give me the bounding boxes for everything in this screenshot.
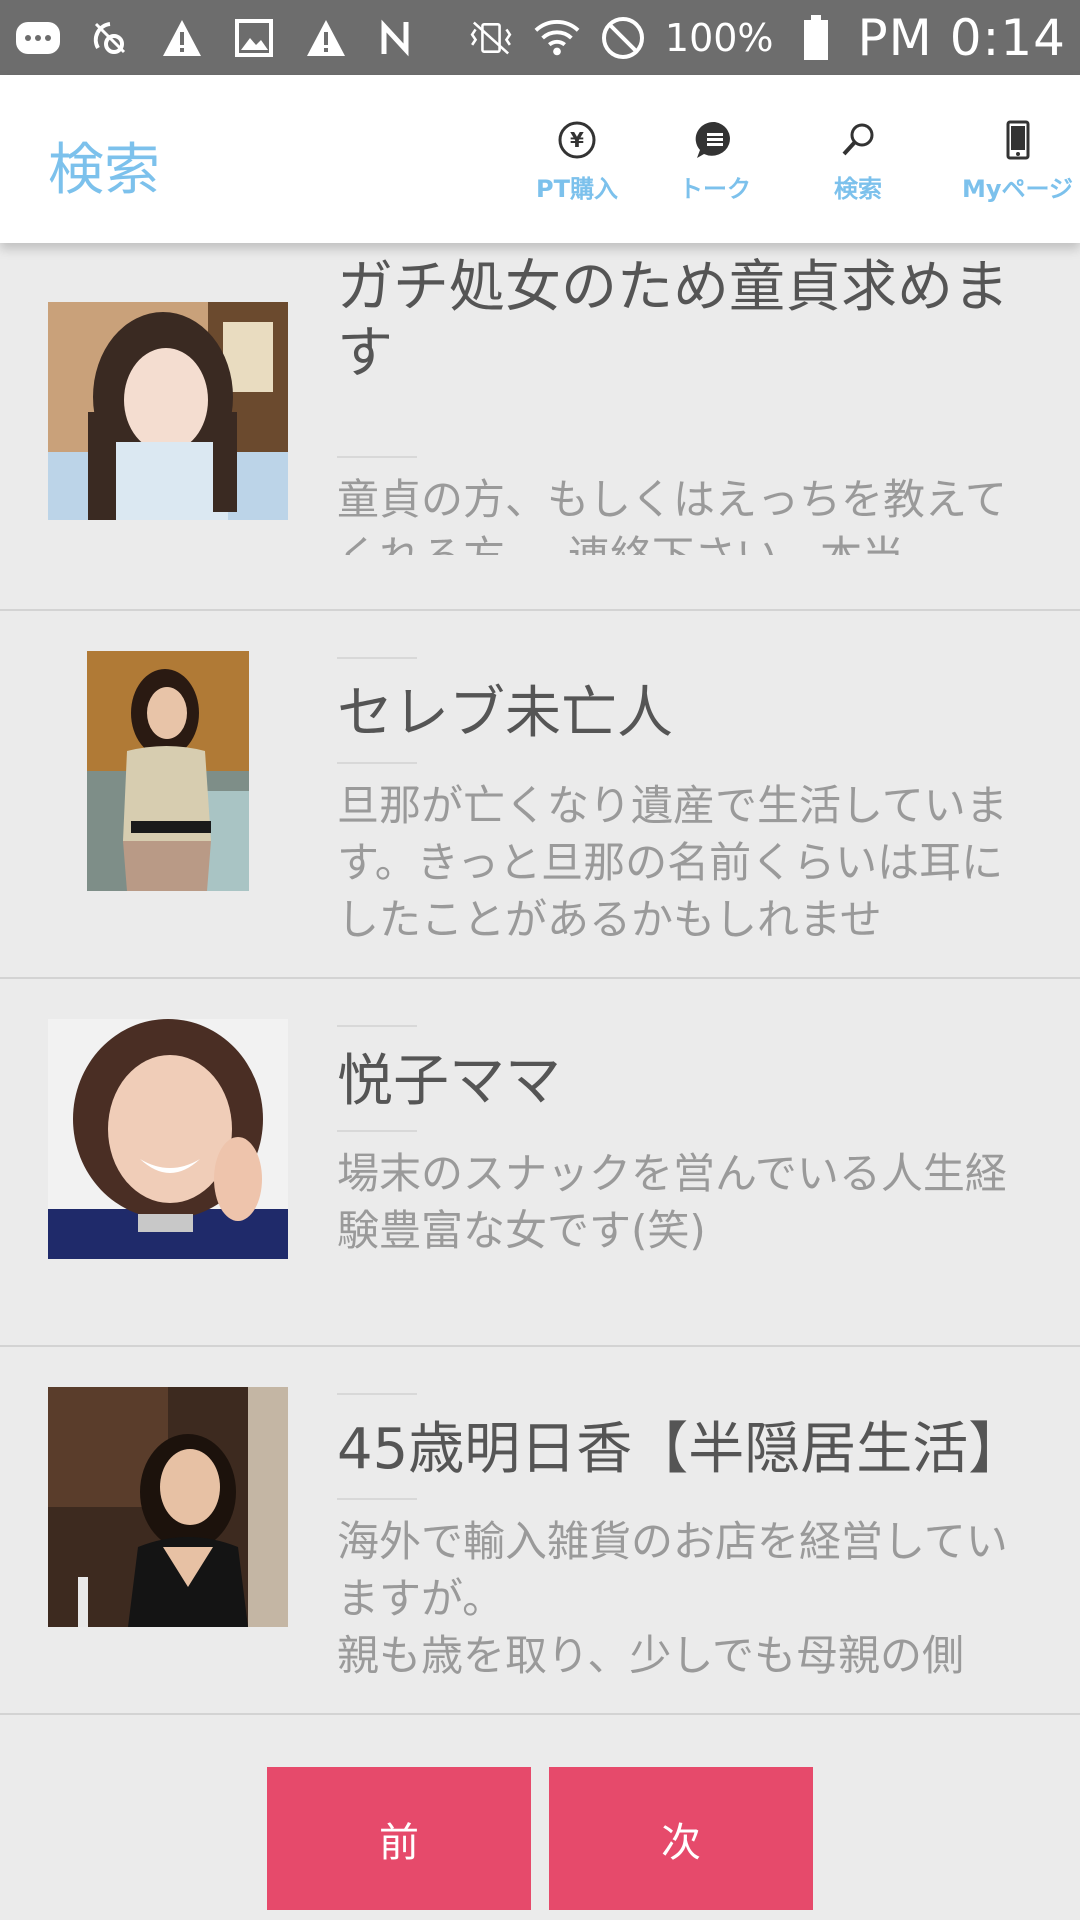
item-description: 海外で輸入雑貨のお店を経営していますが。 親も歳を取り、少しでも母親の側 <box>337 1517 1008 1680</box>
do-not-disturb-icon <box>599 16 647 60</box>
battery-icon <box>792 14 840 60</box>
chat-icon <box>694 119 736 161</box>
item-title-text: ガチ処女のため童貞求めます <box>337 255 1009 386</box>
item-title: ガチ処女のため童貞求めます <box>337 255 1037 387</box>
divider <box>337 657 417 659</box>
svg-text:¥: ¥ <box>570 128 584 152</box>
phone-icon <box>997 119 1039 161</box>
pagination: 前 次 <box>0 1767 1080 1920</box>
nav-label: PT購入 <box>536 175 618 203</box>
warning-icon <box>158 16 206 60</box>
status-bar: 100% PM 0:14 <box>0 0 1080 75</box>
nfc-icon <box>374 16 422 60</box>
warning-icon <box>302 16 350 60</box>
clock: PM 0:14 <box>857 8 1066 67</box>
nav-label: Myページ <box>962 175 1074 203</box>
page-title: 検索 <box>48 138 160 203</box>
nav-pt-purchase[interactable]: ¥ PT購入 <box>536 119 618 204</box>
avatar <box>48 1019 288 1259</box>
item-description: 旦那が亡くなり遺産で生活しています。きっと旦那の名前くらいは耳にしたことがあるか… <box>337 781 1008 944</box>
item-description: 場末のスナックを営んでいる人生経験豊富な女です(笑) <box>337 1149 1007 1255</box>
item-description: 童貞の方、もしくはえっちを教えてくれる方、、連絡下さい。本当 <box>337 475 1007 555</box>
search-icon <box>837 119 879 161</box>
profile-list: ガチ処女のため童貞求めます 童貞の方、もしくはえっちを教えてくれる方、、連絡下さ… <box>0 241 1080 1715</box>
nav-talk[interactable]: トーク <box>679 119 751 204</box>
divider <box>337 1393 417 1395</box>
divider <box>337 762 417 764</box>
avatar <box>48 1387 288 1627</box>
avatar <box>48 302 288 520</box>
list-item[interactable]: セレブ未亡人 旦那が亡くなり遺産で生活しています。きっと旦那の名前くらいは耳にし… <box>0 611 1080 979</box>
vibrate-icon <box>467 16 515 60</box>
nav-search[interactable]: 検索 <box>834 119 882 204</box>
nav-label: 検索 <box>834 175 882 203</box>
next-button[interactable]: 次 <box>549 1767 813 1910</box>
nav-mypage[interactable]: Myページ <box>962 119 1073 204</box>
prev-button[interactable]: 前 <box>267 1767 531 1910</box>
divider <box>337 1498 417 1500</box>
divider <box>337 1025 417 1027</box>
item-title: セレブ未亡人 <box>337 681 673 746</box>
yen-icon: ¥ <box>556 119 598 161</box>
list-item[interactable]: ガチ処女のため童貞求めます 童貞の方、もしくはえっちを教えてくれる方、、連絡下さ… <box>0 241 1080 611</box>
battery-percent: 100% <box>664 15 774 60</box>
list-item[interactable]: 45歳明日香【半隠居生活】 海外で輸入雑貨のお店を経営していますが。 親も歳を取… <box>0 1347 1080 1715</box>
app-header: 検索 ¥ PT購入 トーク 検索 Myページ <box>0 75 1080 243</box>
divider <box>337 1130 417 1132</box>
signal-off-icon <box>86 16 134 60</box>
list-item[interactable]: 悦子ママ 場末のスナックを営んでいる人生経験豊富な女です(笑) <box>0 979 1080 1347</box>
item-title: 悦子ママ <box>337 1049 561 1114</box>
avatar <box>87 651 249 891</box>
item-title: 45歳明日香【半隠居生活】 <box>337 1417 1025 1482</box>
wifi-icon <box>533 16 581 60</box>
divider <box>337 456 417 458</box>
message-icon <box>14 16 62 60</box>
image-icon <box>230 16 278 60</box>
nav-label: トーク <box>679 175 751 203</box>
